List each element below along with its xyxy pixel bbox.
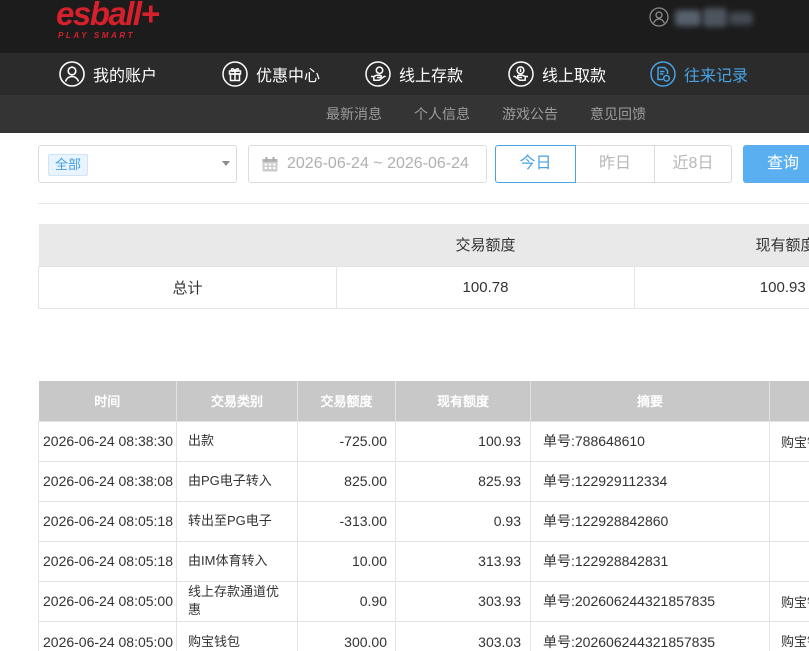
summary-section: 交易额度 现有额度 总计 100.78 100.93 — [38, 224, 809, 309]
cell-time: 2026-06-24 08:38:30 — [38, 420, 177, 462]
nav-item-label: 线上存款 — [399, 68, 464, 85]
cell-amount: -313.00 — [297, 500, 396, 542]
summary-header-balance: 现有额度 — [634, 224, 809, 266]
subnav-item-news[interactable]: 最新消息 — [326, 95, 382, 133]
range-yesterday-button[interactable]: 昨日 — [575, 145, 655, 183]
calendar-icon — [262, 157, 278, 172]
category-selected-tag[interactable]: 全部 — [48, 154, 89, 176]
col-header-amount[interactable]: 交易额度 — [297, 381, 396, 421]
cell-extra — [769, 460, 809, 502]
blurred-username — [675, 6, 755, 30]
range-last-8-days-button[interactable]: 近8日 — [654, 145, 732, 183]
cell-type: 转出至PG电子 — [176, 500, 298, 542]
user-icon — [59, 61, 85, 87]
cell-type: 出款 — [176, 420, 298, 462]
cell-memo: 单号:202606244321857835 — [530, 580, 770, 622]
summary-header-amount: 交易额度 — [336, 224, 635, 266]
table-header-row: 时间 交易类别 交易额度 现有额度 摘要 — [38, 381, 809, 421]
summary-header-empty — [38, 224, 337, 266]
top-bar: esball+ PLAY SMART — [0, 0, 809, 53]
cell-memo: 单号:122928842860 — [530, 500, 770, 542]
date-range-picker[interactable]: 2026-06-24 ~ 2026-06-24 — [248, 145, 487, 183]
cell-type: 线上存款通道优惠 — [176, 580, 298, 622]
cell-amount: 0.90 — [297, 580, 396, 622]
cell-amount: 300.00 — [297, 620, 396, 651]
cell-memo: 单号:122928842831 — [530, 540, 770, 582]
col-header-time[interactable]: 时间 — [38, 381, 177, 421]
col-header-balance[interactable]: 现有额度 — [395, 381, 531, 421]
nav-item-label: 优惠中心 — [256, 68, 321, 85]
sub-nav: 最新消息 个人信息 游戏公告 意见回馈 — [0, 95, 809, 133]
cell-type: 购宝钱包 — [176, 620, 298, 651]
cell-memo: 单号:788648610 — [530, 420, 770, 462]
table-row: 2026-06-24 08:38:30 出款 -725.00 100.93 单号… — [38, 420, 809, 462]
table-row: 2026-06-24 08:38:08 由PG电子转入 825.00 825.9… — [38, 460, 809, 502]
logo-tagline: PLAY SMART — [58, 31, 136, 40]
logo-text: esball+ — [56, 0, 160, 32]
table-row: 2026-06-24 08:05:18 由IM体育转入 10.00 313.93… — [38, 540, 809, 582]
cell-time: 2026-06-24 08:05:00 — [38, 620, 177, 651]
cell-time: 2026-06-24 08:38:08 — [38, 460, 177, 502]
record-icon — [650, 61, 676, 87]
nav-item-label: 线上取款 — [542, 68, 607, 85]
deposit-icon — [365, 61, 391, 87]
col-header-type[interactable]: 交易类别 — [176, 381, 298, 421]
cell-memo: 单号:122929112334 — [530, 460, 770, 502]
summary-table: 交易额度 现有额度 总计 100.78 100.93 — [38, 224, 809, 309]
cell-type: 由IM体育转入 — [176, 540, 298, 582]
caret-down-icon[interactable] — [222, 161, 230, 166]
cell-memo: 单号:202606244321857835 — [530, 620, 770, 651]
cell-extra — [769, 540, 809, 582]
summary-total-row: 总计 100.78 100.93 — [38, 265, 809, 309]
subnav-item-announcements[interactable]: 游戏公告 — [502, 95, 558, 133]
cell-type: 由PG电子转入 — [176, 460, 298, 502]
cell-time: 2026-06-24 08:05:00 — [38, 580, 177, 622]
summary-total-amount: 100.78 — [336, 265, 635, 309]
main-nav: 我的账户 优惠中心 线上存款 线上取款 往来记录 — [0, 53, 809, 95]
date-range-value: 2026-06-24 ~ 2026-06-24 — [287, 155, 469, 172]
query-button[interactable]: 查询 — [743, 145, 809, 183]
table-row: 2026-06-24 08:05:00 购宝钱包 300.00 303.03 单… — [38, 620, 809, 651]
brand-logo[interactable]: esball+ PLAY SMART — [56, 0, 166, 42]
cell-time: 2026-06-24 08:05:18 — [38, 540, 177, 582]
col-header-extra — [769, 381, 809, 421]
category-select[interactable]: 全部 — [38, 145, 237, 183]
cell-amount: -725.00 — [297, 420, 396, 462]
summary-header-row: 交易额度 现有额度 — [38, 224, 809, 266]
cell-balance: 0.93 — [395, 500, 531, 542]
cell-balance: 825.93 — [395, 460, 531, 502]
nav-item-records[interactable]: 往来记录 — [650, 53, 748, 95]
nav-item-promotions[interactable]: 优惠中心 — [222, 53, 320, 95]
col-header-memo[interactable]: 摘要 — [530, 381, 770, 421]
cell-amount: 825.00 — [297, 460, 396, 502]
nav-item-label: 往来记录 — [684, 68, 749, 85]
cell-amount: 10.00 — [297, 540, 396, 582]
cell-extra: 购宝钱 — [769, 620, 809, 651]
nav-item-withdraw[interactable]: 线上取款 — [508, 53, 606, 95]
subnav-item-feedback[interactable]: 意见回馈 — [590, 95, 646, 133]
cell-balance: 303.03 — [395, 620, 531, 651]
nav-item-label: 我的账户 — [93, 68, 158, 85]
cell-extra: 购宝钱 — [769, 420, 809, 462]
nav-item-deposit[interactable]: 线上存款 — [365, 53, 463, 95]
cell-balance: 303.93 — [395, 580, 531, 622]
summary-total-balance: 100.93 — [634, 265, 809, 309]
range-today-button[interactable]: 今日 — [495, 145, 576, 183]
cell-balance: 313.93 — [395, 540, 531, 582]
gift-icon — [222, 61, 248, 87]
cell-balance: 100.93 — [395, 420, 531, 462]
transactions-section: 时间 交易类别 交易额度 现有额度 摘要 2026-06-24 08:38:30… — [38, 381, 809, 651]
nav-item-my-account[interactable]: 我的账户 — [59, 53, 157, 95]
withdraw-icon — [508, 61, 534, 87]
subnav-item-profile[interactable]: 个人信息 — [414, 95, 470, 133]
table-row: 2026-06-24 08:05:00 线上存款通道优惠 0.90 303.93… — [38, 580, 809, 622]
summary-total-label: 总计 — [38, 265, 337, 309]
table-row: 2026-06-24 08:05:18 转出至PG电子 -313.00 0.93… — [38, 500, 809, 542]
cell-extra: 购宝钱 — [769, 580, 809, 622]
cell-time: 2026-06-24 08:05:18 — [38, 500, 177, 542]
divider — [38, 203, 809, 204]
transactions-table: 时间 交易类别 交易额度 现有额度 摘要 2026-06-24 08:38:30… — [38, 381, 809, 651]
user-circle-icon[interactable] — [649, 7, 669, 27]
cell-extra — [769, 500, 809, 542]
